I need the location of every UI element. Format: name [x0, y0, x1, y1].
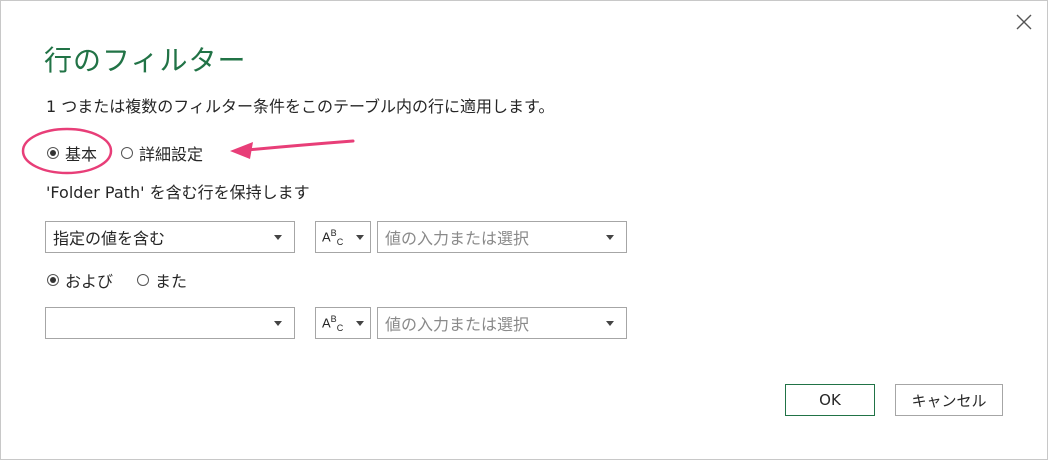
mode-radio-group: 基本 詳細設定 [47, 141, 203, 165]
and-radio-circle[interactable] [47, 274, 59, 286]
keep-rows-label: 'Folder Path' を含む行を保持します [46, 183, 310, 202]
rule1-value-input[interactable]: 値の入力または選択 [377, 221, 627, 253]
and-radio[interactable]: および [47, 268, 113, 292]
chevron-down-icon [606, 320, 614, 326]
and-radio-label: および [65, 272, 114, 291]
chevron-down-icon [356, 234, 364, 240]
rule2-operator-select[interactable] [45, 307, 295, 339]
filter-rows-dialog: 行のフィルター 1 つまたは複数のフィルター条件をこのテーブル内の行に適用します… [0, 0, 1048, 460]
rule2-type-button[interactable]: ABC [315, 307, 371, 339]
rule1-type-button[interactable]: ABC [315, 221, 371, 253]
or-radio-label: また [155, 272, 188, 291]
rule1-operator-select[interactable]: 指定の値を含む [45, 221, 295, 253]
dialog-title: 行のフィルター [44, 44, 247, 77]
basic-radio-label: 基本 [65, 145, 98, 164]
basic-radio-circle[interactable] [47, 147, 59, 159]
or-radio[interactable]: また [137, 268, 187, 292]
rule2-value-placeholder: 値の入力または選択 [385, 315, 530, 334]
advanced-radio-circle[interactable] [121, 147, 134, 159]
abc-type-icon: ABC [322, 227, 344, 247]
chevron-down-icon [356, 320, 364, 326]
dialog-description: 1 つまたは複数のフィルター条件をこのテーブル内の行に適用します。 [46, 97, 555, 116]
rule2-value-input[interactable]: 値の入力または選択 [377, 307, 627, 339]
advanced-radio[interactable]: 詳細設定 [121, 141, 203, 165]
chevron-down-icon [274, 234, 282, 240]
cancel-button[interactable]: キャンセル [895, 384, 1003, 416]
pointer-arrowhead [230, 142, 253, 159]
basic-radio[interactable]: 基本 [47, 141, 97, 165]
close-icon [1016, 14, 1032, 30]
rule1-operator-value: 指定の値を含む [53, 229, 166, 248]
pointer-arrow [245, 139, 355, 152]
abc-type-icon: ABC [322, 313, 344, 333]
advanced-radio-label: 詳細設定 [139, 145, 204, 164]
rule1-value-placeholder: 値の入力または選択 [385, 229, 530, 248]
close-button[interactable] [1009, 7, 1039, 37]
chevron-down-icon [274, 320, 282, 326]
or-radio-circle[interactable] [137, 274, 150, 286]
logic-radio-group: および また [47, 268, 187, 292]
chevron-down-icon [606, 234, 614, 240]
ok-button[interactable]: OK [785, 384, 875, 416]
